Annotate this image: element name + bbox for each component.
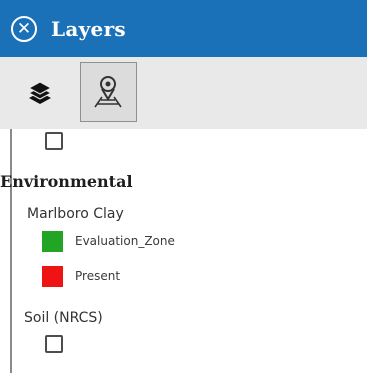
layers-toolbar	[0, 57, 367, 129]
soil-nrcs-checkbox[interactable]	[45, 335, 63, 353]
identify-pin-icon	[94, 76, 122, 108]
panel-title: Layers	[51, 17, 126, 41]
layers-stack-icon	[27, 81, 53, 104]
legend-swatch-present	[42, 266, 63, 287]
group-title: Environmental	[0, 172, 133, 191]
tree-indent-line	[10, 129, 12, 373]
identify-button[interactable]	[80, 62, 137, 122]
layer-name-marlboro-clay: Marlboro Clay	[27, 206, 124, 222]
panel-header: ✕ Layers	[0, 0, 367, 57]
close-button[interactable]: ✕	[11, 16, 37, 42]
layer-list-button[interactable]	[21, 62, 78, 122]
layers-panel: ✕ Layers Environmental Marlboro Clay Eva…	[0, 0, 367, 373]
legend-label-present: Present	[75, 269, 121, 283]
layer-name-soil-nrcs: Soil (NRCS)	[24, 310, 103, 326]
layer-checkbox[interactable]	[45, 132, 63, 150]
legend-label-evaluation-zone: Evaluation_Zone	[75, 234, 175, 248]
legend-swatch-evaluation-zone	[42, 231, 63, 252]
close-icon: ✕	[16, 19, 32, 39]
